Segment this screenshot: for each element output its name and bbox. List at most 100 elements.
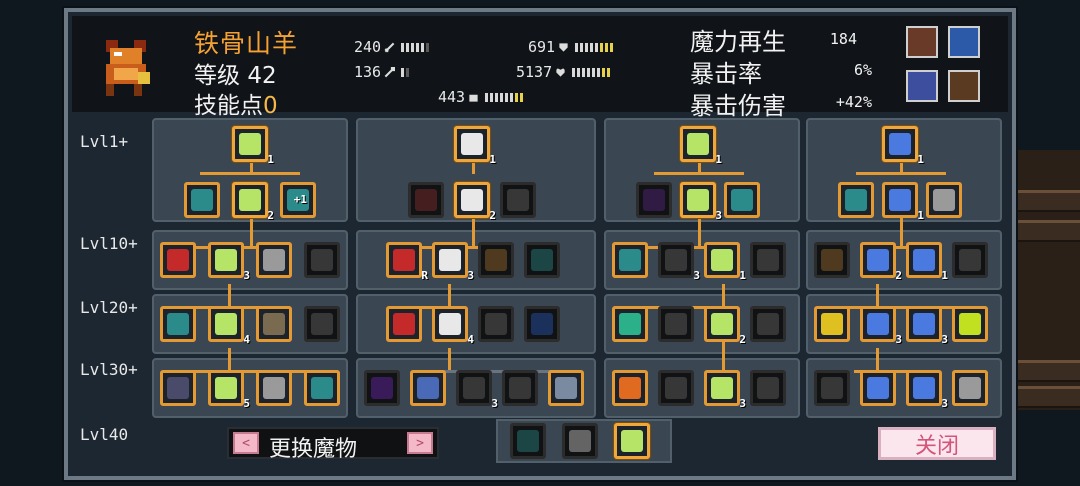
skill-blue-heart-shield-icon[interactable]: 3 [860,306,902,346]
skill-shield-bash-icon[interactable] [184,182,220,218]
skill-locked-icon[interactable] [500,182,536,218]
change-monster-bar: < 更换魔物 > [227,427,439,462]
skill-blue-rune-icon[interactable]: 3 [906,306,948,346]
skill-orb-icon[interactable] [838,182,874,218]
buff-star-icon[interactable] [948,70,980,102]
close-button[interactable]: 关闭 [878,427,996,460]
skill-moon-book-icon[interactable]: 3 [432,242,474,282]
next-monster-button[interactable]: > [407,432,433,454]
monster-header: 铁骨山羊 等级 42 技能点0 240 136 443 691 5137 魔力再… [72,16,1008,120]
skill-locked-icon[interactable] [658,370,694,406]
skill-locked-icon[interactable] [658,306,694,342]
tree-tab-orb-icon[interactable] [510,423,546,459]
skill-moon-book-icon[interactable]: 4 [432,306,474,346]
skill-locked-icon[interactable] [814,242,850,278]
skill-shield-up-icon[interactable]: 2 [232,182,274,222]
change-monster-label[interactable]: 更换魔物 [269,431,357,463]
skill-locked-icon[interactable] [750,242,786,278]
skill-fortify-icon[interactable] [256,242,292,278]
skill-attack-up-icon[interactable] [160,242,196,278]
skill-locked-icon[interactable] [524,306,560,342]
rating-label-mana-regen: 魔力再生 [690,28,786,56]
skill-sparkle-shield-icon[interactable]: 1 [704,242,746,282]
shield-icon [559,42,568,52]
rating-label-crit-damage: 暴击伤害 [690,92,786,120]
skill-sparkle-shield-icon[interactable]: 3 [680,182,722,222]
buff-fire-shield-icon[interactable] [906,70,938,102]
skill-locked-icon[interactable]: 3 [456,370,498,410]
skill-aura-icon[interactable] [160,306,196,342]
skill-sparkle-shield-icon[interactable]: 1 [680,126,722,166]
skill-locked-icon[interactable] [478,242,514,278]
skill-locked-icon[interactable] [304,306,340,342]
skill-blue-rune-icon[interactable]: 3 [906,370,948,410]
buff-attack-up-icon[interactable] [906,26,938,58]
level-label-20: Lvl20+ [80,298,138,317]
skill-arrow-up-icon[interactable] [612,306,648,342]
skill-shield-plus-icon[interactable]: 3 [208,242,250,282]
skill-helmet-icon[interactable] [926,182,962,218]
skill-shield-echo-icon[interactable]: +1 [280,182,316,218]
skill-shield-plus-icon[interactable]: 5 [208,370,250,410]
skill-locked-icon[interactable] [304,242,340,278]
tree-connector [472,218,475,248]
skill-locked-icon[interactable] [524,242,560,278]
tree-connector-locked [428,370,558,373]
brick [1017,386,1080,408]
skill-attack-up-icon[interactable] [386,306,422,342]
skill-moon-book-icon[interactable]: 1 [454,126,496,166]
skill-locked-icon[interactable] [814,370,850,406]
skill-locked-icon[interactable] [636,182,672,218]
sword-icon [384,42,395,52]
skill-locked-icon[interactable] [502,370,538,406]
skill-locked-icon[interactable] [478,306,514,342]
monster-skill-window: 铁骨山羊 等级 42 技能点0 240 136 443 691 5137 魔力再… [64,8,1016,480]
skill-shield-plus-icon[interactable]: 4 [208,306,250,346]
skill-blue-shield-icon[interactable]: 1 [882,126,924,166]
skill-potion-icon[interactable] [724,182,760,218]
skill-void-orb-icon[interactable] [364,370,400,406]
tree-tab-moon-book-icon[interactable] [562,423,598,459]
skill-statue-icon[interactable] [548,370,584,406]
skill-green-ring-icon[interactable] [952,306,988,342]
tree-connector [228,284,231,306]
skill-gold-pyramid-icon[interactable] [814,306,850,342]
skill-locked-icon[interactable] [408,182,444,218]
skill-slash-icon[interactable] [304,370,340,406]
skill-crit-icon[interactable]: R [386,242,428,282]
tree-connector [900,218,903,248]
skill-locked-icon[interactable]: 3 [658,242,700,282]
skill-mystery-icon[interactable] [410,370,446,406]
skill-fire-shield-icon[interactable] [612,370,648,406]
skill-moon-book-icon[interactable]: 2 [454,182,496,222]
skill-shield-icon[interactable]: 1 [232,126,274,166]
skill-sparkle-shield-icon[interactable]: 2 [704,306,746,346]
skill-locked-icon[interactable] [750,370,786,406]
skill-locked-icon[interactable] [952,242,988,278]
brick [1017,220,1080,242]
skill-blue-heart-shield-icon[interactable]: 2 [860,242,902,282]
stat-attack-value: 240 [354,38,382,56]
skill-tree-selector [496,419,672,463]
skill-locked-icon[interactable] [750,306,786,342]
buff-magic-shield-icon[interactable] [948,26,980,58]
skill-knight-icon[interactable] [160,370,196,406]
stat-speed: 443 [438,88,524,106]
skill-sparkle-shield-icon[interactable]: 3 [704,370,746,410]
skill-wall-icon[interactable] [256,306,292,342]
skill-blue-rune-icon[interactable]: 1 [906,242,948,282]
background-brick-wall [1017,150,1080,410]
skill-helmet-icon[interactable] [952,370,988,406]
skill-shield-bash-icon[interactable] [612,242,648,278]
tree-connector [448,348,451,370]
skill-blue-heart-shield-icon[interactable]: 1 [882,182,924,222]
tree-tab-shield-icon[interactable] [614,423,650,459]
tree-connector [228,348,231,370]
stat-attack-bar [401,42,430,52]
tree-connector [876,284,879,306]
skill-blue-shield-wall-icon[interactable] [860,370,896,406]
boot-icon [469,94,478,102]
prev-monster-button[interactable]: < [233,432,259,454]
skill-fortify-icon[interactable] [256,370,292,406]
tree-connector [856,172,946,175]
